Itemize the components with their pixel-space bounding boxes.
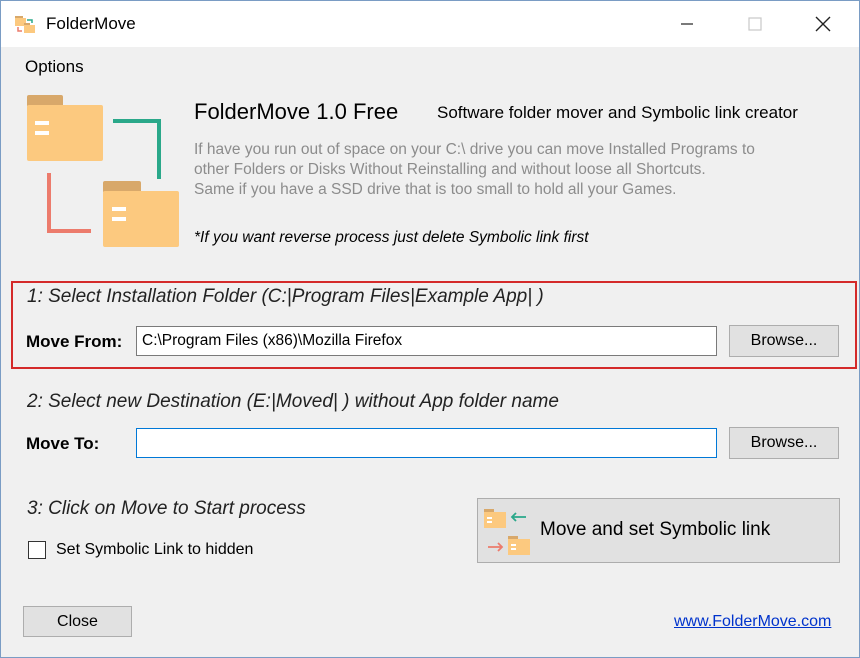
menu-bar: Options: [1, 47, 859, 85]
browse-to-button[interactable]: Browse...: [729, 427, 839, 459]
move-from-input[interactable]: [136, 326, 717, 356]
move-folders-icon: [484, 509, 530, 555]
close-window-button[interactable]: [789, 1, 857, 47]
move-to-input[interactable]: [136, 428, 717, 458]
folder-move-logo: [27, 95, 179, 247]
minimize-icon: [681, 23, 693, 25]
website-link[interactable]: www.FolderMove.com: [674, 613, 831, 631]
move-from-label: Move From:: [26, 332, 123, 351]
description-line: If have you run out of space on your C:\…: [194, 141, 755, 158]
move-and-link-button[interactable]: Move and set Symbolic link: [477, 498, 840, 563]
title-bar[interactable]: FolderMove: [1, 1, 859, 47]
maximize-icon: [748, 17, 762, 31]
close-button[interactable]: Close: [23, 606, 132, 637]
hidden-link-checkbox-label[interactable]: Set Symbolic Link to hidden: [56, 541, 253, 559]
description-line: Same if you have a SSD drive that is too…: [194, 181, 677, 198]
app-description: If have you run out of space on your C:\…: [194, 140, 755, 200]
hidden-link-checkbox[interactable]: [28, 541, 46, 559]
app-tagline: Software folder mover and Symbolic link …: [437, 103, 798, 122]
step2-label: 2: Select new Destination (E:|Moved| ) w…: [27, 391, 559, 412]
app-window: FolderMove Options FolderMove 1.0 Free S…: [0, 0, 860, 658]
description-line: other Folders or Disks Without Reinstall…: [194, 161, 706, 178]
browse-from-button[interactable]: Browse...: [729, 325, 839, 357]
step3-label: 3: Click on Move to Start process: [27, 498, 306, 519]
menu-options[interactable]: Options: [25, 57, 84, 77]
step1-label: 1: Select Installation Folder (C:|Progra…: [27, 286, 544, 307]
folder-app-icon: [15, 16, 35, 33]
minimize-button[interactable]: [653, 1, 721, 47]
move-button-label: Move and set Symbolic link: [540, 519, 771, 540]
move-to-label: Move To:: [26, 434, 100, 453]
maximize-button[interactable]: [721, 1, 789, 47]
app-heading: FolderMove 1.0 Free: [194, 99, 399, 124]
close-icon: [815, 16, 831, 32]
reverse-note: *If you want reverse process just delete…: [194, 229, 589, 246]
window-title: FolderMove: [46, 14, 136, 33]
